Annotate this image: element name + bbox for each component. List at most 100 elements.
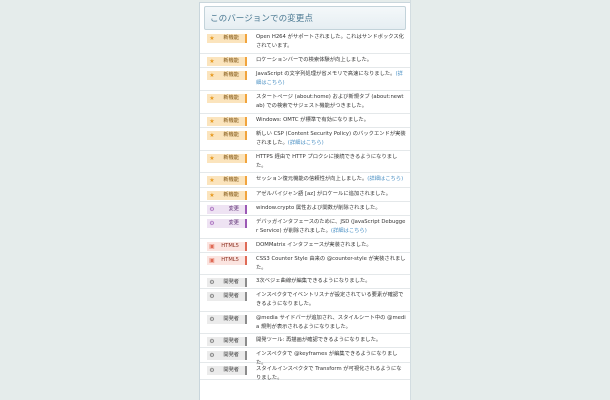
star-icon: ★ [209,35,215,42]
badge-label: 開発者 [223,367,239,373]
gear-icon: ⚙ [209,206,215,213]
change-text: セッション復元機能の信頼性が向上しました。 [256,176,368,182]
change-row: ⚙ 開発者 @media サイドバーが追加され、スタイルシート中の @media 規… [200,312,410,334]
change-row: ⚙ 変更 window.crypto 属性および関数が削除されました。 [200,202,410,216]
change-description: Windows: OMTC が標準で有効になりました。 [256,116,406,125]
change-row: ▣ HTML5 CSS3 Counter Style 由来の @counter-st… [200,253,410,275]
star-icon: ★ [209,132,215,139]
star-icon: ★ [209,95,215,102]
html5-icon: ▣ [209,257,215,264]
change-type-badge: ★ 新機能 [207,34,247,43]
change-row: ⚙ 開発者 スタイルインスペクタで Transform が可視化されるようになりまし… [200,363,410,382]
change-row: ⚙ 開発者 開発ツール: 再描画が確認できるようになりました。 [200,334,410,348]
change-row: ★ 新機能 アゼルバイジャン語 [az] がロケールに追加されました。 [200,188,410,202]
change-text: スタイルインスペクタで Transform が可視化されるようになりました。 [256,366,402,381]
badge-label: 新機能 [223,95,239,101]
badge-label: 新機能 [223,35,239,41]
badge-label: 開発者 [223,279,239,285]
change-text: Open H264 がサポートされました。これはサンドボックス化されています。 [256,34,404,49]
badge-label: 新機能 [223,177,239,183]
change-description: window.crypto 属性および関数が削除されました。 [256,204,406,213]
star-icon: ★ [209,177,215,184]
change-type-badge: ⚙ 開発者 [207,351,247,360]
change-text: @media サイドバーが追加され、スタイルシート中の @media 規則が表示… [256,315,406,330]
star-icon: ★ [209,192,215,199]
badge-label: 新機能 [223,132,239,138]
details-link[interactable]: (詳細はこちら) [331,228,367,234]
star-icon: ★ [209,118,215,125]
change-text: window.crypto 属性および関数が削除されました。 [256,205,381,211]
change-type-badge: ⚙ 変更 [207,219,247,228]
change-description: インスペクタでイベントリスナが設定されている要素が確認できるようになりました。 [256,291,406,308]
change-row: ★ 新機能 Windows: OMTC が標準で有効になりました。 [200,114,410,128]
changes-list: ★ 新機能 Open H264 がサポートされました。これはサンドボックス化されてい… [200,31,410,382]
change-text: HTTPS 経由で HTTP プロクシに接続できるようになりました。 [256,154,398,169]
change-description: DOMMatrix インタフェースが実装されました。 [256,241,406,250]
change-description: ロケーションバーでの検索体験が向上しました。 [256,56,406,65]
change-text: 新しい CSP (Content Security Policy) のバックエン… [256,131,406,146]
details-link[interactable]: (詳細はこちら) [288,140,324,146]
change-type-badge: ★ 新機能 [207,176,247,185]
badge-label: 開発者 [223,352,239,358]
details-link[interactable]: (詳細はこちら) [367,176,403,182]
wrench-icon: ⚙ [209,352,215,359]
badge-label: 新機能 [223,58,239,64]
badge-label: 新機能 [223,72,239,78]
section-header: このバージョンでの変更点 [204,6,406,30]
badge-label: 新機能 [223,192,239,198]
change-type-badge: ⚙ 開発者 [207,315,247,324]
change-description: 開発ツール: 再描画が確認できるようになりました。 [256,336,406,345]
change-row: ★ 新機能 Open H264 がサポートされました。これはサンドボックス化されてい… [200,31,410,54]
star-icon: ★ [209,155,215,162]
gear-icon: ⚙ [209,220,215,227]
change-description: デバッガインタフェースのために、JSD (JavaScript Debugger… [256,218,406,235]
change-row: ▣ HTML5 DOMMatrix インタフェースが実装されました。 [200,239,410,253]
change-type-badge: ★ 新機能 [207,154,247,163]
change-description: 3次ベジェ曲線が編集できるようになりました。 [256,277,406,286]
change-type-badge: ⚙ 変更 [207,205,247,214]
change-description: セッション復元機能の信頼性が向上しました。(詳細はこちら) [256,175,406,184]
badge-label: 変更 [228,206,239,212]
change-description: アゼルバイジャン語 [az] がロケールに追加されました。 [256,190,406,199]
badge-label: 開発者 [223,316,239,322]
change-type-badge: ⚙ 開発者 [207,292,247,301]
wrench-icon: ⚙ [209,367,215,374]
star-icon: ★ [209,72,215,79]
badge-label: 新機能 [223,155,239,161]
change-row: ★ 新機能 スタートページ (about:home) および新規タブ (about:… [200,91,410,114]
change-row: ★ 新機能 JavaScript の文字列処理が省メモリで高速になりました。(詳細は… [200,68,410,91]
change-description: HTTPS 経由で HTTP プロクシに接続できるようになりました。 [256,153,406,170]
change-row: ★ 新機能 ロケーションバーでの検索体験が向上しました。 [200,54,410,68]
change-description: CSS3 Counter Style 由来の @counter-style が実… [256,255,406,272]
change-type-badge: ★ 新機能 [207,94,247,103]
change-text: Windows: OMTC が標準で有効になりました。 [256,117,370,123]
change-description: @media サイドバーが追加され、スタイルシート中の @media 規則が表示… [256,314,406,331]
badge-label: HTML5 [221,257,239,263]
change-type-badge: ★ 新機能 [207,71,247,80]
change-type-badge: ⚙ 開発者 [207,278,247,287]
badge-label: HTML5 [221,243,239,249]
change-description: Open H264 がサポートされました。これはサンドボックス化されています。 [256,33,406,50]
badge-label: 変更 [228,220,239,226]
section-title: このバージョンでの変更点 [210,14,313,24]
wrench-icon: ⚙ [209,338,215,345]
change-text: 開発ツール: 再描画が確認できるようになりました。 [256,337,382,343]
change-type-badge: ★ 新機能 [207,57,247,66]
change-row: ★ 新機能 HTTPS 経由で HTTP プロクシに接続できるようになりました。 [200,151,410,173]
change-description: 新しい CSP (Content Security Policy) のバックエン… [256,130,406,147]
change-description: スタイルインスペクタで Transform が可視化されるようになりました。 [256,365,406,382]
changes-panel: このバージョンでの変更点 ★ 新機能 Open H264 がサポートされました。これ… [199,2,411,400]
change-row: ⚙ 開発者 インスペクタでイベントリスナが設定されている要素が確認できるようになりま… [200,289,410,312]
divider [410,0,411,400]
change-row: ⚙ 変更 デバッガインタフェースのために、JSD (JavaScript Debug… [200,216,410,239]
change-text: JavaScript の文字列処理が省メモリで高速になりました。 [256,71,396,77]
badge-label: 新機能 [223,118,239,124]
wrench-icon: ⚙ [209,293,215,300]
change-text: スタートページ (about:home) および新規タブ (about:newt… [256,94,404,109]
wrench-icon: ⚙ [209,316,215,323]
change-description: スタートページ (about:home) および新規タブ (about:newt… [256,93,406,110]
change-text: ロケーションバーでの検索体験が向上しました。 [256,57,373,63]
badge-label: 開発者 [223,293,239,299]
change-row: ⚙ 開発者 3次ベジェ曲線が編集できるようになりました。 [200,275,410,289]
change-type-badge: ▣ HTML5 [207,242,247,251]
